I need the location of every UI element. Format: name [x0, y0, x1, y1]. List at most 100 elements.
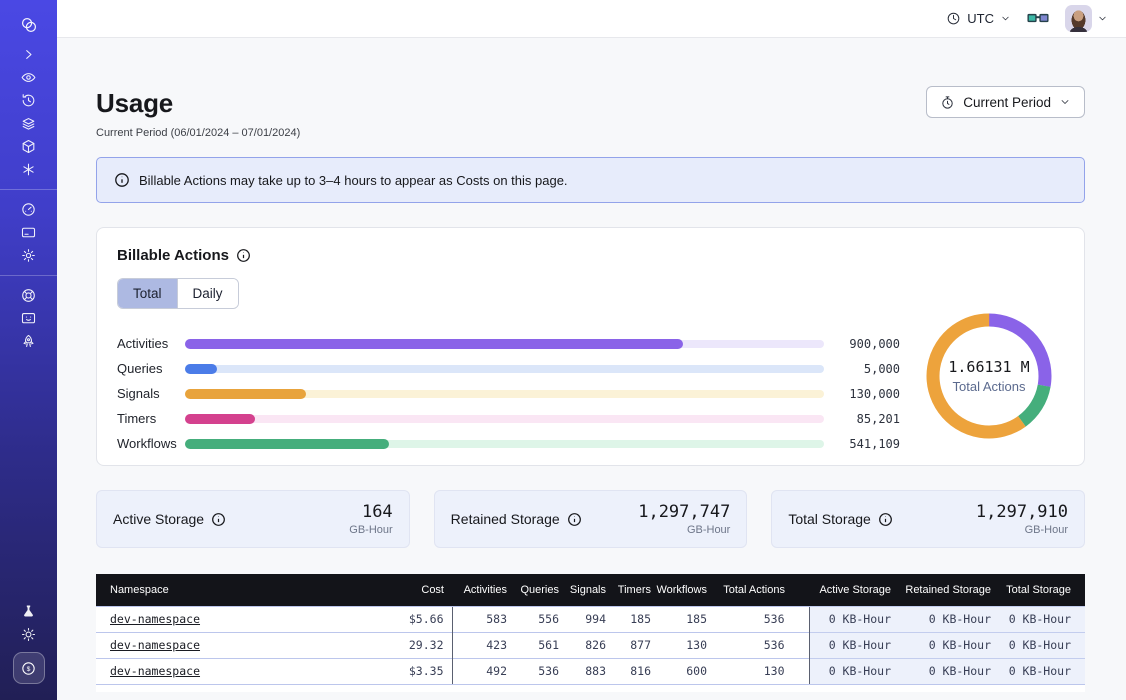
monitor-face-icon[interactable] — [0, 307, 57, 330]
table-body: dev-namespace$5.665835569941851855360 KB… — [96, 606, 1085, 684]
active-storage-card: Active Storage 164 GB-Hour — [96, 490, 410, 548]
glasses-icon[interactable] — [1027, 11, 1049, 26]
namespace-link[interactable]: dev-namespace — [110, 664, 200, 678]
flask-lab-icon[interactable] — [0, 600, 57, 623]
cell: 0 KB-Hour — [993, 658, 1085, 684]
col-header-cost: Cost — [356, 574, 452, 606]
info-banner: Billable Actions may take up to 3–4 hour… — [96, 157, 1085, 203]
cell: 0 KB-Hour — [895, 658, 993, 684]
info-icon[interactable] — [567, 512, 582, 527]
retained-storage-label: Retained Storage — [451, 511, 560, 527]
layers-icon[interactable] — [0, 112, 57, 135]
cell: 583 — [452, 606, 512, 632]
donut-total-label: Total Actions — [953, 379, 1026, 394]
col-header-workflows: Workflows — [656, 574, 712, 606]
cell: $3.35 — [356, 658, 452, 684]
tab-total[interactable]: Total — [118, 279, 177, 308]
namespace-cell: dev-namespace — [96, 632, 356, 658]
cell: 556 — [512, 606, 564, 632]
billable-actions-chart: Activities900,000Queries5,000Signals130,… — [117, 329, 1064, 455]
bar-track — [185, 340, 824, 348]
cell: 561 — [512, 632, 564, 658]
info-icon[interactable] — [236, 248, 251, 263]
cell: 536 — [712, 606, 809, 632]
bar-label: Activities — [117, 336, 185, 351]
topbar: UTC — [57, 0, 1126, 38]
total-storage-value: 1,297,910 — [976, 502, 1068, 522]
col-header-active-storage: Active Storage — [809, 574, 895, 606]
info-icon[interactable] — [878, 512, 893, 527]
bar-row: Workflows541,109 — [117, 431, 900, 456]
cell: 0 KB-Hour — [895, 632, 993, 658]
bar-row: Activities900,000 — [117, 331, 900, 356]
cell: $5.66 — [356, 606, 452, 632]
active-storage-value: 164 — [349, 502, 392, 522]
bar-label: Timers — [117, 411, 185, 426]
info-icon[interactable] — [211, 512, 226, 527]
cell: 0 KB-Hour — [809, 606, 895, 632]
total-storage-label: Total Storage — [788, 511, 871, 527]
cell: 185 — [656, 606, 712, 632]
bar-fill — [185, 414, 255, 424]
tab-daily[interactable]: Daily — [177, 279, 238, 308]
col-header-total-storage: Total Storage — [993, 574, 1085, 606]
col-header-retained-storage: Retained Storage — [895, 574, 993, 606]
table-row: dev-namespace29.324235618268771305360 KB… — [96, 632, 1085, 658]
billable-actions-title: Billable Actions — [117, 247, 229, 264]
main: UTC Usage Current — [57, 0, 1126, 700]
collapse-chevron-icon[interactable] — [0, 43, 57, 66]
cell: 600 — [656, 658, 712, 684]
cube-icon[interactable] — [0, 135, 57, 158]
storage-cards: Active Storage 164 GB-Hour Retained Stor… — [96, 490, 1085, 548]
card-icon[interactable] — [0, 221, 57, 244]
history-icon[interactable] — [0, 89, 57, 112]
billable-actions-card: Billable Actions TotalDaily Activities90… — [96, 227, 1085, 466]
sidebar-divider — [0, 189, 57, 190]
rocket-icon[interactable] — [0, 330, 57, 353]
col-header-total-actions: Total Actions — [712, 574, 809, 606]
billing-coin-icon[interactable]: $ — [13, 652, 45, 684]
bar-value: 85,201 — [836, 412, 900, 426]
period-selector-button[interactable]: Current Period — [926, 86, 1085, 118]
gear-icon[interactable] — [0, 244, 57, 267]
clock-icon — [946, 11, 961, 26]
cell: 130 — [712, 658, 809, 684]
col-header-activities: Activities — [452, 574, 512, 606]
cell: 130 — [656, 632, 712, 658]
namespace-cell: dev-namespace — [96, 658, 356, 684]
sun-theme-icon[interactable] — [0, 623, 57, 646]
usage-table: NamespaceCostActivitiesQueriesSignalsTim… — [96, 574, 1085, 684]
cell: 0 KB-Hour — [993, 606, 1085, 632]
donut-chart: 1.66131 M Total Actions — [914, 306, 1064, 446]
table-bottom-pad — [96, 684, 1085, 692]
retained-storage-card: Retained Storage 1,297,747 GB-Hour — [434, 490, 748, 548]
timezone-selector[interactable]: UTC — [946, 11, 1011, 26]
chevron-down-icon — [1059, 96, 1071, 108]
cell: 536 — [712, 632, 809, 658]
table-row: dev-namespace$3.354925368838166001300 KB… — [96, 658, 1085, 684]
sidebar-divider — [0, 275, 57, 276]
content: Usage Current Period (06/01/2024 – 07/01… — [57, 38, 1126, 700]
namespace-link[interactable]: dev-namespace — [110, 612, 200, 626]
stopwatch-icon — [940, 95, 955, 110]
account-menu[interactable] — [1065, 5, 1108, 32]
cell: 816 — [611, 658, 656, 684]
bar-label: Signals — [117, 386, 185, 401]
bar-fill — [185, 339, 683, 349]
namespaces-eye-icon[interactable] — [0, 66, 57, 89]
active-storage-label: Active Storage — [113, 511, 204, 527]
retained-storage-value: 1,297,747 — [638, 502, 730, 522]
gauge-icon[interactable] — [0, 198, 57, 221]
retained-storage-unit: GB-Hour — [638, 524, 730, 536]
namespace-link[interactable]: dev-namespace — [110, 638, 200, 652]
bar-fill — [185, 389, 306, 399]
temporal-logo-icon[interactable] — [0, 10, 57, 40]
chevron-down-icon — [1097, 13, 1108, 24]
asterisk-icon[interactable] — [0, 158, 57, 181]
lifebuoy-support-icon[interactable] — [0, 284, 57, 307]
svg-text:$: $ — [27, 665, 31, 672]
cell: 536 — [512, 658, 564, 684]
page-subtitle: Current Period (06/01/2024 – 07/01/2024) — [96, 127, 300, 139]
bar-track — [185, 390, 824, 398]
avatar — [1065, 5, 1092, 32]
